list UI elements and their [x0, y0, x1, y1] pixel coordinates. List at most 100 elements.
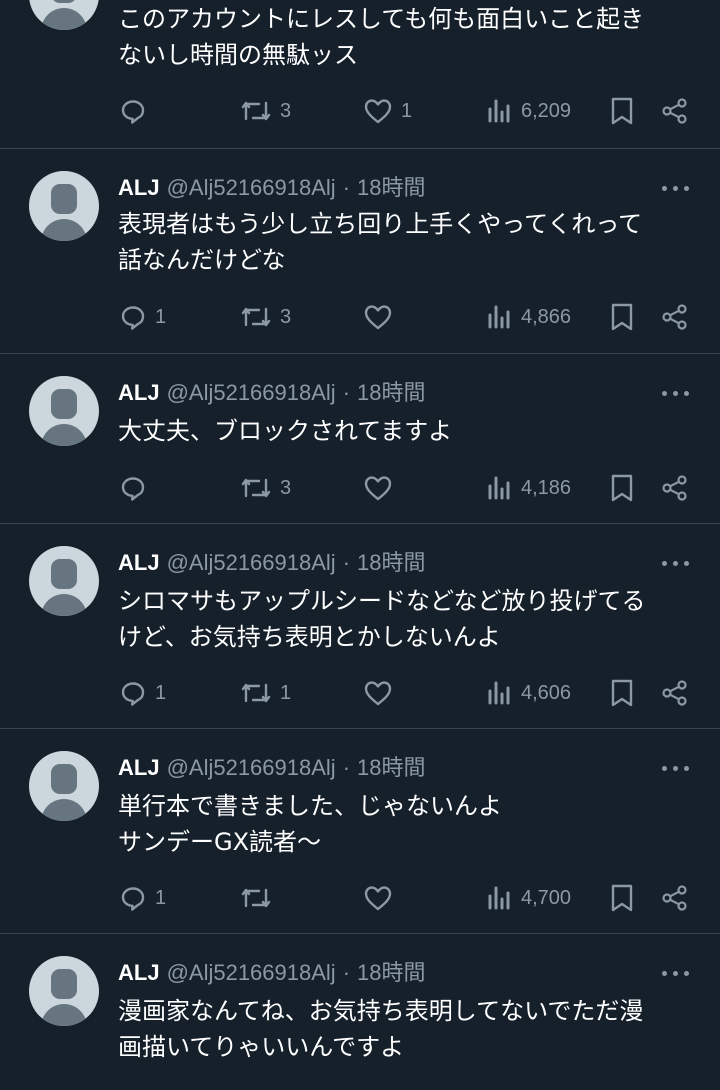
reply-count: 1: [155, 886, 167, 909]
author-handle[interactable]: @Alj52166918Alj: [167, 550, 336, 575]
author-handle[interactable]: @Alj52166918Alj: [167, 755, 336, 780]
views-count: 4,700: [521, 886, 572, 909]
share-button[interactable]: [661, 878, 689, 918]
share-icon: [661, 303, 689, 331]
retweet-count: 1: [280, 681, 292, 704]
tweet-text: 単行本で書きました、じゃないんよ サンデーGX読者〜: [118, 792, 502, 856]
bookmark-button[interactable]: [609, 878, 635, 918]
retweet-button[interactable]: 1: [240, 673, 291, 713]
author-name[interactable]: ALJ: [118, 380, 160, 405]
bookmark-icon: [609, 473, 635, 503]
avatar[interactable]: [29, 751, 99, 821]
tweet[interactable]: ALJ @Alj52166918Alj · 18時間 シロマサもアップルシードな…: [0, 523, 720, 728]
avatar[interactable]: [29, 956, 99, 1026]
retweet-button[interactable]: [240, 878, 280, 918]
tweet[interactable]: ALJ @Alj52166918Alj · 18時間 単行本で書きました、じゃな…: [0, 728, 720, 933]
share-button[interactable]: [661, 673, 689, 713]
retweet-button[interactable]: 3: [240, 297, 291, 337]
tweet-header: ALJ @Alj52166918Alj · 18時間: [118, 548, 700, 578]
like-button[interactable]: 1: [363, 91, 412, 131]
reply-icon: [119, 97, 147, 125]
heart-icon: [363, 884, 393, 912]
retweet-count: 3: [280, 305, 292, 328]
tweet[interactable]: このアカウントにレスしても何も面白いこと起き ないし時間の無駄ッス 3 1 6,…: [0, 0, 720, 148]
like-button[interactable]: [363, 468, 401, 508]
more-icon[interactable]: [662, 186, 690, 192]
reply-button[interactable]: [119, 91, 155, 131]
author-handle[interactable]: @Alj52166918Alj: [167, 960, 336, 985]
like-button[interactable]: [363, 878, 401, 918]
timestamp[interactable]: 18時間: [357, 550, 425, 575]
bookmark-button[interactable]: [609, 468, 635, 508]
reply-button[interactable]: 1: [119, 673, 166, 713]
tweet-header: ALJ @Alj52166918Alj · 18時間: [118, 173, 700, 203]
author-handle[interactable]: @Alj52166918Alj: [167, 175, 336, 200]
heart-icon: [363, 679, 393, 707]
tweet[interactable]: ALJ @Alj52166918Alj · 18時間 大丈夫、ブロックされてます…: [0, 353, 720, 523]
avatar[interactable]: [29, 171, 99, 241]
author-name[interactable]: ALJ: [118, 755, 160, 780]
views-button[interactable]: 4,186: [487, 468, 571, 508]
avatar[interactable]: [29, 376, 99, 446]
retweet-count: 3: [280, 99, 292, 122]
retweet-count: 3: [280, 476, 292, 499]
views-count: 4,866: [521, 305, 572, 328]
retweet-icon: [240, 303, 272, 331]
views-button[interactable]: 4,866: [487, 297, 571, 337]
like-button[interactable]: [363, 673, 401, 713]
avatar[interactable]: [29, 0, 99, 30]
author-name[interactable]: ALJ: [118, 960, 160, 985]
author-name[interactable]: ALJ: [118, 175, 160, 200]
share-icon: [661, 884, 689, 912]
views-icon: [487, 97, 513, 125]
timeline-feed: このアカウントにレスしても何も面白いこと起き ないし時間の無駄ッス 3 1 6,…: [0, 0, 720, 1090]
share-button[interactable]: [661, 468, 689, 508]
timestamp[interactable]: 18時間: [357, 755, 425, 780]
more-icon[interactable]: [662, 391, 690, 397]
retweet-button[interactable]: 3: [240, 468, 291, 508]
like-button[interactable]: [363, 297, 401, 337]
avatar[interactable]: [29, 546, 99, 616]
reply-button[interactable]: 1: [119, 297, 166, 337]
reply-icon: [119, 679, 147, 707]
views-button[interactable]: 6,209: [487, 91, 571, 131]
views-icon: [487, 884, 513, 912]
tweet-actions: 1 3 4,866: [0, 297, 720, 337]
views-button[interactable]: 4,606: [487, 673, 571, 713]
author-handle[interactable]: @Alj52166918Alj: [167, 380, 336, 405]
reply-button[interactable]: [119, 468, 155, 508]
share-button[interactable]: [661, 91, 689, 131]
more-icon[interactable]: [662, 971, 690, 977]
tweet[interactable]: ALJ @Alj52166918Alj · 18時間 表現者はもう少し立ち回り上…: [0, 148, 720, 353]
bookmark-button[interactable]: [609, 297, 635, 337]
reply-button[interactable]: 1: [119, 878, 166, 918]
bookmark-icon: [609, 883, 635, 913]
more-icon[interactable]: [662, 766, 690, 772]
share-icon: [661, 97, 689, 125]
tweet-actions: 1 4,700: [0, 878, 720, 918]
author-name[interactable]: ALJ: [118, 550, 160, 575]
bookmark-button[interactable]: [609, 673, 635, 713]
bookmark-icon: [609, 302, 635, 332]
timestamp[interactable]: 18時間: [357, 380, 425, 405]
tweet-header: ALJ @Alj52166918Alj · 18時間: [118, 958, 700, 988]
tweet-text: 大丈夫、ブロックされてますよ: [118, 417, 453, 445]
share-button[interactable]: [661, 297, 689, 337]
tweet[interactable]: ALJ @Alj52166918Alj · 18時間 漫画家なんてね、お気持ち表…: [0, 933, 720, 1090]
retweet-button[interactable]: 3: [240, 91, 291, 131]
views-button[interactable]: 4,700: [487, 878, 571, 918]
timestamp[interactable]: 18時間: [357, 175, 425, 200]
views-icon: [487, 474, 513, 502]
views-icon: [487, 679, 513, 707]
bookmark-icon: [609, 96, 635, 126]
retweet-icon: [240, 884, 272, 912]
more-icon[interactable]: [662, 561, 690, 567]
separator: ·: [342, 175, 351, 200]
bookmark-button[interactable]: [609, 91, 635, 131]
separator: ·: [342, 380, 351, 405]
tweet-text: 漫画家なんてね、お気持ち表明してないでただ漫 画描いてりゃいいんですよ: [118, 997, 644, 1061]
tweet-header: ALJ @Alj52166918Alj · 18時間: [118, 378, 700, 408]
views-count: 4,186: [521, 476, 572, 499]
timestamp[interactable]: 18時間: [357, 960, 425, 985]
separator: ·: [342, 755, 351, 780]
